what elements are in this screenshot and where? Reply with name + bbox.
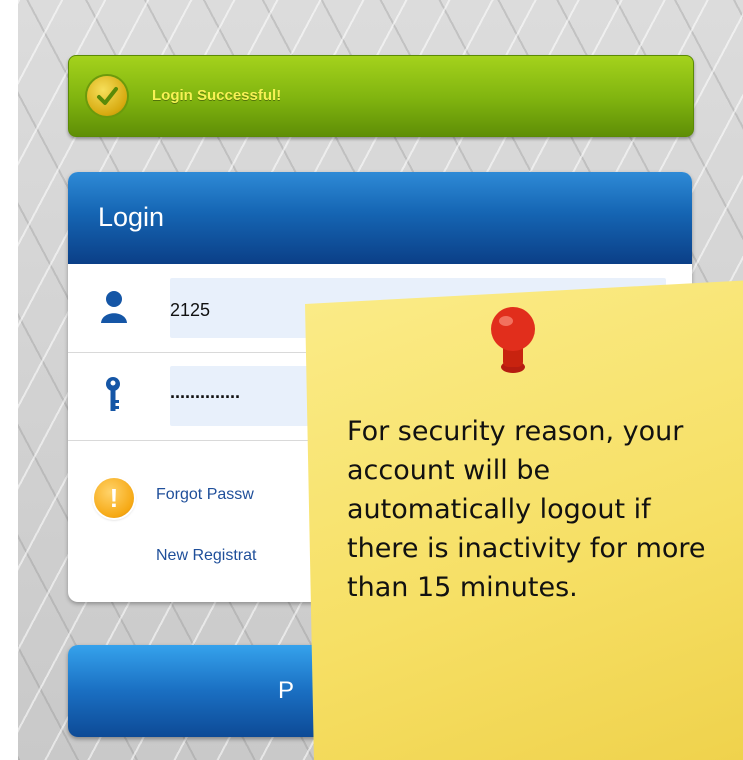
new-registration-link[interactable]: New Registrat [156, 547, 256, 565]
login-title: Login [98, 202, 165, 232]
check-circle-icon [87, 76, 127, 116]
password-value: .............. [170, 382, 241, 402]
security-note-text: For security reason, your account will b… [347, 416, 706, 603]
login-header: Login [68, 172, 692, 264]
push-pin-icon [487, 305, 539, 377]
success-message: Login Successful! [152, 87, 282, 104]
success-alert: Login Successful! [68, 55, 694, 137]
exclamation-circle-icon: ! [94, 478, 134, 518]
username-value: 2125 [170, 300, 211, 320]
key-icon [104, 376, 122, 419]
page-edge [0, 0, 18, 760]
forgot-password-link[interactable]: Forgot Passw [156, 486, 254, 504]
user-icon [100, 290, 128, 329]
